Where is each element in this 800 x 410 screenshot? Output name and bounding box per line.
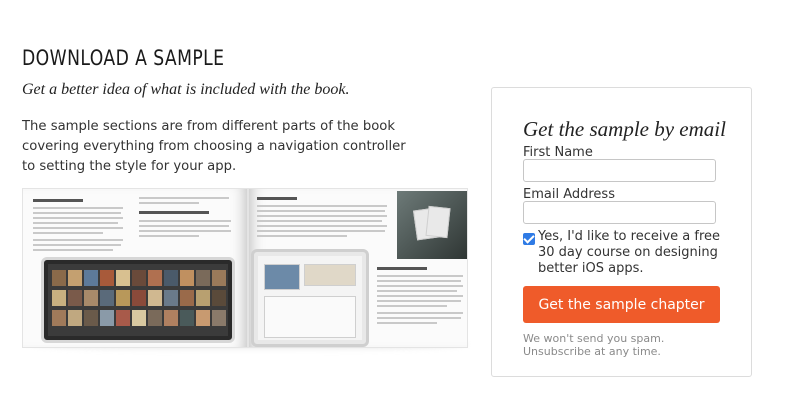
photo-tile — [68, 310, 82, 326]
photo-tile — [196, 310, 210, 326]
ipad-screen — [258, 256, 362, 340]
article-card — [304, 264, 356, 286]
text-line — [377, 300, 461, 302]
text-line — [33, 249, 113, 251]
photo-tile — [164, 290, 178, 306]
section-description: The sample sections are from different p… — [22, 119, 406, 174]
text-line — [257, 230, 385, 232]
photo-tile — [212, 270, 226, 286]
text-heading-line — [257, 197, 297, 200]
photo-tile — [100, 310, 114, 326]
photo-tile — [148, 310, 162, 326]
article-image — [264, 264, 300, 290]
photo-tile — [116, 310, 130, 326]
photo-tile — [180, 310, 194, 326]
first-name-input[interactable] — [523, 159, 716, 182]
photo-tile — [52, 270, 66, 286]
text-line — [139, 230, 231, 232]
text-line — [377, 305, 447, 307]
get-sample-button[interactable]: Get the sample chapter — [523, 286, 720, 323]
book-sample-image — [22, 186, 468, 354]
photo-tile — [132, 310, 146, 326]
email-input[interactable] — [523, 201, 716, 224]
book-left-page — [22, 188, 248, 348]
text-line — [33, 239, 123, 241]
ipad-illustration — [251, 249, 369, 347]
text-line — [377, 317, 461, 319]
photo-tile — [84, 270, 98, 286]
signup-title: Get the sample by email — [523, 117, 726, 141]
photo-card — [425, 205, 451, 239]
photo-tile — [116, 270, 130, 286]
consent-checkbox[interactable] — [523, 233, 535, 245]
photo-tile — [180, 290, 194, 306]
text-line — [377, 312, 463, 314]
photo-tile — [116, 290, 130, 306]
text-line — [33, 212, 121, 214]
photo-tile — [164, 270, 178, 286]
photo-tile — [84, 310, 98, 326]
spam-disclaimer: We won't send you spam. Unsubscribe at a… — [523, 332, 665, 358]
text-line — [257, 210, 385, 212]
photo-tile — [180, 270, 194, 286]
photo-tile — [100, 290, 114, 306]
photo-tile — [196, 290, 210, 306]
photo-tile — [212, 310, 226, 326]
photo-tile — [132, 290, 146, 306]
email-signup-card: Get the sample by email First Name Email… — [491, 87, 752, 377]
text-line — [33, 207, 123, 209]
text-heading-line — [377, 267, 427, 270]
text-line — [257, 205, 387, 207]
section-subtitle: Get a better idea of what is included wi… — [22, 81, 350, 98]
text-line — [377, 295, 463, 297]
photo-tile — [164, 310, 178, 326]
text-line — [139, 220, 231, 222]
ipad-screen — [48, 264, 228, 336]
photo-tile — [100, 270, 114, 286]
photo-tile — [132, 270, 146, 286]
text-heading-line — [139, 211, 209, 214]
photo-tile — [52, 290, 66, 306]
text-line — [33, 244, 121, 246]
text-heading-line — [33, 199, 83, 202]
ipad-illustration — [41, 257, 235, 343]
text-line — [257, 225, 387, 227]
text-line — [257, 220, 382, 222]
photo-tile — [84, 290, 98, 306]
photo-tile — [212, 290, 226, 306]
photo-tile — [148, 270, 162, 286]
photo-tile — [196, 270, 210, 286]
consent-label[interactable]: Yes, I'd like to receive a free 30 day c… — [538, 229, 734, 277]
device-photo — [397, 191, 467, 259]
text-line — [33, 227, 123, 229]
photo-tile — [68, 270, 82, 286]
text-line — [377, 280, 461, 282]
text-line — [33, 222, 118, 224]
text-line — [139, 235, 199, 237]
text-line — [377, 290, 457, 292]
photo-tile — [52, 310, 66, 326]
article-card — [264, 296, 356, 338]
text-line — [139, 225, 229, 227]
photo-tile — [68, 290, 82, 306]
text-line — [377, 275, 463, 277]
text-line — [139, 202, 199, 204]
text-line — [33, 232, 103, 234]
text-line — [33, 217, 123, 219]
section-heading: DOWNLOAD A SAMPLE — [22, 46, 225, 70]
first-name-label: First Name — [523, 145, 593, 160]
text-line — [139, 197, 229, 199]
text-line — [377, 285, 463, 287]
photo-tile — [148, 290, 162, 306]
text-line — [377, 322, 437, 324]
book-right-page — [248, 188, 468, 348]
text-line — [257, 215, 387, 217]
text-line — [257, 235, 347, 237]
email-label: Email Address — [523, 187, 615, 202]
